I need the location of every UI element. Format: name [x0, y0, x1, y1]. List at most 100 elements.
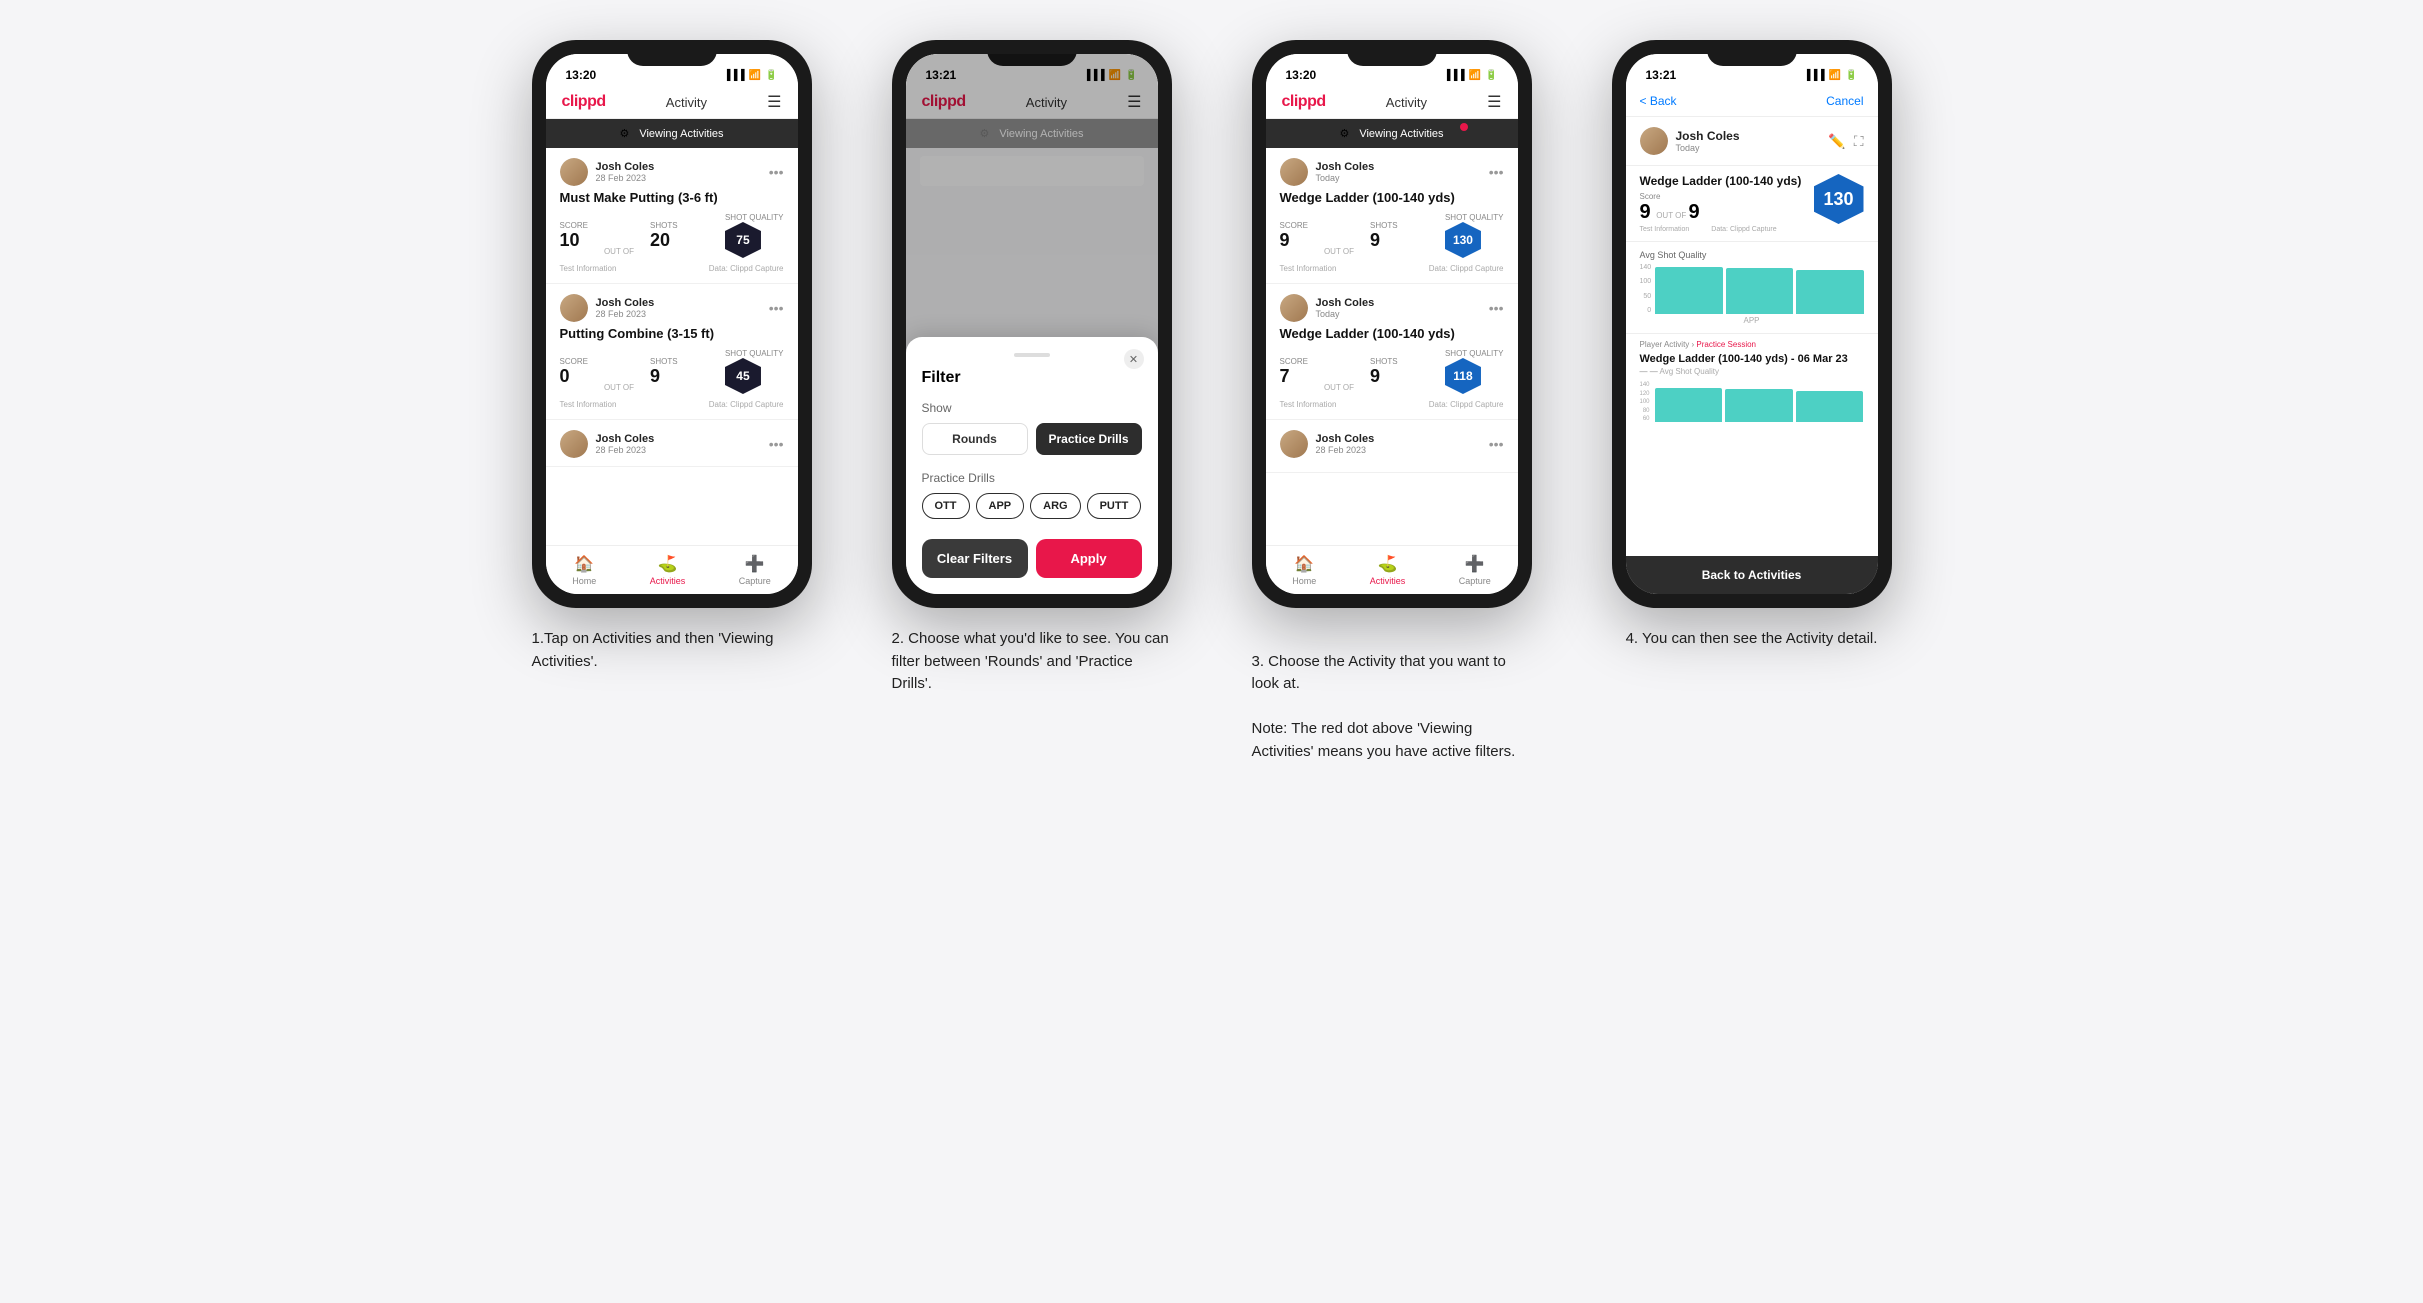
- app-logo-1: clippd: [562, 93, 606, 111]
- nav-activities-1[interactable]: ⛳ Activities: [650, 554, 686, 586]
- phone-inner-1: 13:20 ▐▐▐ 📶 🔋 clippd Activity ☰ ⚙ Vi: [546, 54, 798, 594]
- session-section-4: Player Activity › Practice Session Wedge…: [1626, 334, 1878, 594]
- chart-section-4: Avg Shot Quality 140 100 50 0: [1626, 242, 1878, 334]
- user-info-1-2: Josh Coles 28 Feb 2023: [560, 294, 655, 322]
- score-label-1-1: Score: [560, 221, 588, 230]
- user-name-1-1: Josh Coles: [596, 161, 655, 173]
- app-header-3: clippd Activity ☰: [1266, 86, 1518, 119]
- phone-3: 13:20 ▐▐▐ 📶 🔋 clippd Activity ☰ ⚙ Vi: [1252, 40, 1532, 608]
- nav-activities-3[interactable]: ⛳ Activities: [1370, 554, 1406, 586]
- capture-icon-1: ➕: [745, 554, 765, 574]
- card-header-1-1: Josh Coles 28 Feb 2023 •••: [560, 158, 784, 186]
- stat-shots-1-1: Shots 20: [650, 221, 678, 251]
- apply-btn[interactable]: Apply: [1036, 539, 1142, 578]
- step-4-description: 4. You can then see the Activity detail.: [1626, 628, 1878, 651]
- wifi-icon-3: 📶: [1469, 70, 1481, 81]
- nav-home-1[interactable]: 🏠 Home: [572, 554, 596, 586]
- edit-icon-4[interactable]: ✏️: [1828, 133, 1845, 150]
- status-time-1: 13:20: [566, 68, 597, 82]
- drill-tag-ott[interactable]: OTT: [922, 493, 970, 519]
- filter-tabs-2: Rounds Practice Drills: [922, 423, 1142, 455]
- card-header-1-2: Josh Coles 28 Feb 2023 •••: [560, 294, 784, 322]
- out-of-1-1: OUT OF: [604, 247, 634, 258]
- back-btn-4[interactable]: < Back: [1640, 94, 1677, 108]
- nav-home-3[interactable]: 🏠 Home: [1292, 554, 1316, 586]
- score-value-1-1: 10: [560, 230, 588, 251]
- user-date-1-2: 28 Feb 2023: [596, 309, 655, 319]
- app-logo-3: clippd: [1282, 93, 1326, 111]
- filter-tab-rounds[interactable]: Rounds: [922, 423, 1028, 455]
- activities-icon-1: ⛳: [658, 554, 678, 574]
- back-activities-btn-4[interactable]: Back to Activities: [1626, 556, 1878, 594]
- session-chart-4: 140 120 100 80 60: [1640, 382, 1864, 422]
- shot-quality-1-1: Shot Quality 75: [725, 213, 784, 258]
- sq-badge-4: 130: [1814, 174, 1864, 224]
- bottom-nav-1: 🏠 Home ⛳ Activities ➕ Capture: [546, 545, 798, 594]
- drill-tag-arg[interactable]: ARG: [1030, 493, 1080, 519]
- activity-card-1-3[interactable]: Josh Coles 28 Feb 2023 •••: [546, 420, 798, 467]
- nav-capture-3[interactable]: ➕ Capture: [1459, 554, 1491, 586]
- status-icons-3: ▐▐▐ 📶 🔋: [1443, 70, 1497, 81]
- phone-inner-3: 13:20 ▐▐▐ 📶 🔋 clippd Activity ☰ ⚙ Vi: [1266, 54, 1518, 594]
- phone-4: 13:21 ▐▐▐ 📶 🔋 < Back Cancel: [1612, 40, 1892, 608]
- step-4-column: 13:21 ▐▐▐ 📶 🔋 < Back Cancel: [1592, 40, 1912, 763]
- stat-score-1-1: Score 10: [560, 221, 588, 251]
- home-icon-1: 🏠: [574, 554, 594, 574]
- clear-filters-btn[interactable]: Clear Filters: [922, 539, 1028, 578]
- user-section-4: Josh Coles Today ✏️ ⛶: [1626, 117, 1878, 166]
- menu-icon-3[interactable]: ☰: [1487, 92, 1501, 112]
- step-2-description: 2. Choose what you'd like to see. You ca…: [892, 628, 1172, 696]
- step-1-description: 1.Tap on Activities and then 'Viewing Ac…: [532, 628, 812, 673]
- filter-icon-1: ⚙: [619, 127, 629, 140]
- step-1-column: 13:20 ▐▐▐ 📶 🔋 clippd Activity ☰ ⚙ Vi: [512, 40, 832, 763]
- filter-tab-practice[interactable]: Practice Drills: [1036, 423, 1142, 455]
- activity-card-3-3[interactable]: Josh Coles 28 Feb 2023 •••: [1266, 420, 1518, 473]
- filter-modal-2: ✕ Filter Show Rounds Practice Drills Pra…: [906, 337, 1158, 594]
- drill-tags-2: OTT APP ARG PUTT: [922, 493, 1142, 519]
- bar-3-4: [1796, 270, 1863, 315]
- cancel-btn-4[interactable]: Cancel: [1826, 94, 1863, 108]
- more-dots-1-2[interactable]: •••: [769, 300, 784, 316]
- expand-icon-4[interactable]: ⛶: [1854, 133, 1864, 150]
- bar-1-4: [1655, 267, 1722, 314]
- status-time-3: 13:20: [1286, 68, 1317, 82]
- activity-card-1-2[interactable]: Josh Coles 28 Feb 2023 ••• Putting Combi…: [546, 284, 798, 420]
- bar-2-4: [1726, 268, 1793, 314]
- battery-icon: 🔋: [765, 70, 777, 81]
- viewing-bar-1[interactable]: ⚙ Viewing Activities: [546, 119, 798, 148]
- detail-header-4: < Back Cancel: [1626, 86, 1878, 117]
- stat-score-1-2: Score 0: [560, 357, 588, 387]
- activity-card-3-1[interactable]: Josh Coles Today ••• Wedge Ladder (100-1…: [1266, 148, 1518, 284]
- bottom-nav-3: 🏠 Home ⛳ Activities ➕ Capture: [1266, 545, 1518, 594]
- signal-icon-3: ▐▐▐: [1443, 70, 1464, 81]
- user-name-1-2: Josh Coles: [596, 297, 655, 309]
- activity-card-3-2[interactable]: Josh Coles Today ••• Wedge Ladder (100-1…: [1266, 284, 1518, 420]
- drill-tag-putt[interactable]: PUTT: [1087, 493, 1142, 519]
- status-time-4: 13:21: [1646, 68, 1677, 82]
- modal-handle-2: [1014, 353, 1050, 357]
- sq-badge-1-1: 75: [725, 222, 761, 258]
- card-stats-1-1: Score 10 OUT OF Shots 20: [560, 213, 784, 258]
- status-icons-1: ▐▐▐ 📶 🔋: [723, 70, 777, 81]
- card-title-1-2: Putting Combine (3-15 ft): [560, 326, 784, 341]
- menu-icon-1[interactable]: ☰: [767, 92, 781, 112]
- show-label-2: Show: [922, 401, 1142, 415]
- phone-inner-2: 13:21 ▐▐▐ 📶 🔋 clippd Activity ☰ ⚙ Vi: [906, 54, 1158, 594]
- nav-capture-1[interactable]: ➕ Capture: [739, 554, 771, 586]
- user-date-1-1: 28 Feb 2023: [596, 173, 655, 183]
- modal-close-2[interactable]: ✕: [1124, 349, 1144, 369]
- page-container: 13:20 ▐▐▐ 📶 🔋 clippd Activity ☰ ⚙ Vi: [512, 40, 1912, 763]
- viewing-bar-text-1: Viewing Activities: [639, 128, 723, 140]
- viewing-bar-3[interactable]: ⚙ Viewing Activities: [1266, 119, 1518, 148]
- drill-tag-app[interactable]: APP: [976, 493, 1025, 519]
- activity-card-1-1[interactable]: Josh Coles 28 Feb 2023 ••• Must Make Put…: [546, 148, 798, 284]
- practice-label-2: Practice Drills: [922, 471, 1142, 485]
- shots-label-1-1: Shots: [650, 221, 678, 230]
- battery-icon-3: 🔋: [1485, 70, 1497, 81]
- app-title-3: Activity: [1386, 95, 1427, 110]
- phone-notch-4: [1707, 40, 1797, 66]
- more-dots-1-1[interactable]: •••: [769, 164, 784, 180]
- phone-1: 13:20 ▐▐▐ 📶 🔋 clippd Activity ☰ ⚙ Vi: [532, 40, 812, 608]
- phone-notch-3: [1347, 40, 1437, 66]
- step-3-column: 13:20 ▐▐▐ 📶 🔋 clippd Activity ☰ ⚙ Vi: [1232, 40, 1552, 763]
